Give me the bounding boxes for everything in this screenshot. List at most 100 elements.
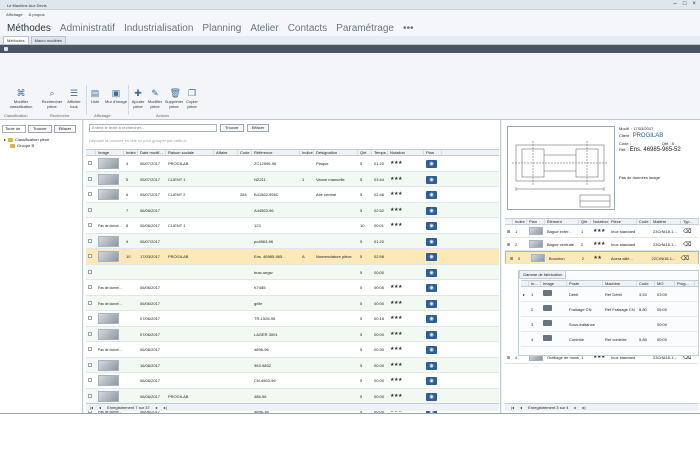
column-header[interactable]: Temps t... (372, 150, 388, 155)
view-plan-icon[interactable]: ◉ (426, 330, 437, 339)
expand-icon[interactable]: ⊞ (510, 256, 513, 261)
module-industrialisation[interactable]: Industrialisation (124, 22, 193, 36)
view-plan-icon[interactable]: ◉ (426, 268, 437, 277)
view-plan-icon[interactable]: ◉ (426, 191, 437, 199)
column-header[interactable] (86, 150, 96, 155)
column-header[interactable] (505, 219, 513, 224)
table-row[interactable]: 16/06/2017 963-9852 5 00:00 ★★★ ◉ (86, 357, 499, 373)
piece-search-input[interactable]: Entrez le texte à rechercher... (89, 124, 217, 132)
column-header[interactable]: Index (513, 219, 527, 224)
minimize-button[interactable]: – (674, 1, 677, 7)
table-row[interactable]: Pas de donné... 8 05/06/2017 CLIENT 1 123 10 0… (86, 218, 499, 234)
column-header[interactable]: Image (96, 150, 124, 155)
table-row[interactable]: 2 Fraisage CN Ref Fraisage CN 8,80 05:00 (521, 302, 698, 317)
next-record-button[interactable]: ▸ (156, 404, 158, 411)
table-row[interactable]: ⊞ 2 Bague centrale 2 ★★★ Inox standard 23CrNi1… (505, 238, 699, 251)
expand-icon[interactable]: ⊞ (507, 355, 510, 360)
column-header[interactable]: Notation (591, 219, 609, 224)
first-record-button[interactable]: |◂ (511, 404, 514, 411)
row-checkbox[interactable] (88, 331, 92, 336)
module-atelier[interactable]: Atelier (250, 22, 278, 36)
column-header[interactable]: MO (655, 281, 675, 286)
view-plan-icon[interactable]: ◉ (426, 253, 437, 261)
module-planning[interactable]: Planning (202, 22, 241, 36)
image-wall-button[interactable]: ▣ Mur d'image (104, 89, 128, 105)
eraser-icon[interactable]: ⌫ (683, 242, 691, 248)
copy-piece-button[interactable]: ❐ Copier pièce (184, 89, 200, 109)
table-row[interactable]: ⊞ 3 Bouchon 2 ★★ Acera allié... 22CrNi18-1... ⌫ (505, 251, 699, 264)
table-row[interactable]: 3 Sous-traitance 00:00 (521, 317, 698, 332)
table-row[interactable]: ▸ 1 Débit Ref Débit 3,53 03:00 (521, 287, 698, 302)
column-header[interactable]: Image (541, 281, 567, 286)
row-checkbox[interactable] (88, 161, 92, 165)
next-record-button[interactable]: ▸ (575, 404, 577, 411)
expand-icon[interactable]: ⊞ (507, 242, 510, 247)
column-header[interactable]: Machine (603, 281, 637, 286)
drawing-preview[interactable] (507, 126, 615, 210)
table-row[interactable]: 10 17/03/2017 PROGILAB Ens. 46985-965... A No… (86, 249, 499, 265)
prev-record-button[interactable]: ◂ (520, 404, 522, 411)
column-header[interactable]: Poste (567, 281, 603, 286)
classification-filter-select[interactable]: Toute de (2, 124, 26, 133)
client-name[interactable]: PROGILAB (633, 133, 664, 139)
row-checkbox[interactable] (88, 347, 92, 351)
row-checkbox[interactable] (88, 285, 92, 289)
row-checkbox[interactable] (88, 269, 92, 274)
column-header[interactable]: Qté (358, 150, 372, 155)
view-plan-icon[interactable]: ◉ (426, 361, 437, 370)
row-checkbox[interactable] (88, 254, 92, 258)
menu-a-propos[interactable]: À propos (29, 12, 45, 17)
close-button[interactable]: × (692, 1, 696, 7)
tab-gamme-fabrication[interactable]: Gamme de fabrication (519, 270, 567, 279)
view-plan-icon[interactable]: ◉ (426, 392, 437, 401)
search-piece-button[interactable]: ⌕ Rechercher pièce (40, 89, 64, 109)
table-row[interactable]: ⊞ 1 Bague exter... 1 ★★★ Inox standard 23CrNi1… (505, 225, 699, 238)
prev-record-button[interactable]: ◂ (99, 404, 101, 411)
table-row[interactable]: Pas de donné... 06/06/2017 K7485 5 00:05 ★★★ ◉ (86, 280, 499, 296)
column-header[interactable]: Plan (424, 150, 442, 155)
modify-classification-button[interactable]: ⌘ Modifier classification (8, 89, 34, 109)
column-header[interactable]: Index (124, 150, 138, 155)
view-plan-icon[interactable]: ◉ (426, 175, 437, 184)
row-checkbox[interactable] (88, 393, 92, 398)
column-header[interactable]: Prog... (675, 281, 695, 286)
column-header[interactable]: In... (529, 281, 541, 286)
module-contacts[interactable]: Contacts (288, 22, 327, 36)
module-methodes[interactable]: Méthodes (7, 22, 51, 36)
table-row[interactable]: 4 06/07/2017 PROGILAB ZC12596-96 Plaque 5 01:2… (86, 156, 499, 172)
table-row[interactable]: 4 Contrôle Ref contrôle 5,88 00:00 (521, 332, 698, 347)
tab-methodes[interactable]: Méthodes (3, 36, 29, 44)
expand-icon[interactable]: ▸ (4, 137, 6, 143)
module-parametrage[interactable]: Paramétrage (336, 22, 394, 36)
left-clear-button[interactable]: Effacer (53, 124, 77, 133)
last-record-button[interactable]: ▸| (583, 404, 586, 411)
add-piece-button[interactable]: ✚ Ajouter pièce (130, 89, 146, 109)
view-plan-icon[interactable]: ◉ (426, 160, 437, 168)
column-header[interactable] (521, 281, 529, 286)
table-row[interactable]: 9 05/07/2017 po4563-96 5 01:20 ◉ (86, 233, 499, 249)
view-plan-icon[interactable]: ◉ (426, 206, 437, 215)
left-search-button[interactable]: Trouver (28, 124, 52, 133)
table-row[interactable]: brac-segw 5 00:00 ◉ (86, 264, 499, 280)
column-header[interactable]: Code (238, 150, 252, 155)
view-plan-icon[interactable]: ◉ (426, 315, 437, 323)
last-record-button[interactable]: ▸| (164, 404, 167, 411)
view-plan-icon[interactable]: ◉ (426, 377, 437, 385)
column-header[interactable]: Raison sociale (166, 150, 214, 155)
column-header[interactable]: Matière (651, 219, 681, 224)
row-checkbox[interactable] (88, 238, 92, 243)
piece-clear-button[interactable]: Effacer (246, 124, 270, 132)
list-view-button[interactable]: ▤ Liste (88, 89, 102, 105)
table-row[interactable]: 06/06/2017 CN.4963-96 5 00:00 ★★★ ◉ (86, 373, 499, 389)
column-header[interactable]: Notation (388, 150, 424, 155)
column-header[interactable]: Qté (579, 219, 591, 224)
expand-icon[interactable]: ⊞ (507, 229, 510, 234)
column-header[interactable]: Pièce (609, 219, 637, 224)
row-checkbox[interactable] (88, 207, 92, 212)
edit-piece-button[interactable]: ✎ Modifier pièce (146, 89, 164, 109)
row-checkbox[interactable] (88, 192, 92, 196)
column-header[interactable]: Code (637, 219, 651, 224)
view-plan-icon[interactable]: ◉ (426, 284, 437, 292)
first-record-button[interactable]: |◂ (90, 404, 93, 411)
view-plan-icon[interactable]: ◉ (426, 222, 437, 230)
